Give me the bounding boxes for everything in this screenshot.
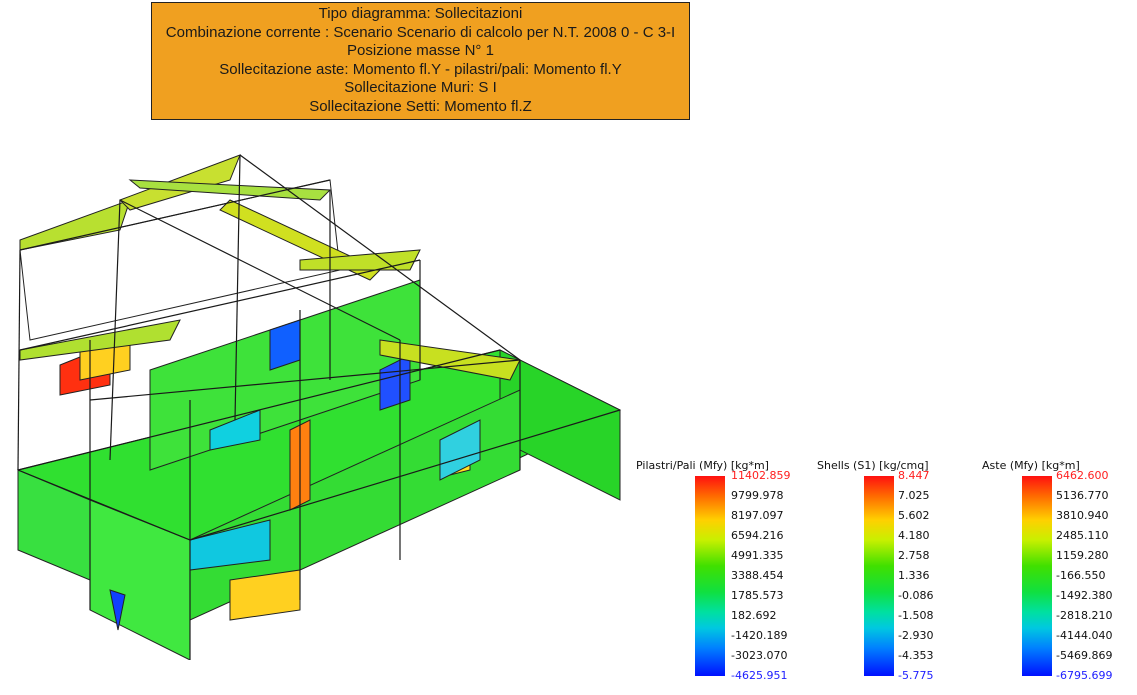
info-line-diagram-type: Tipo diagramma: Sollecitazioni [318, 5, 523, 22]
tick-min: -5.775 [898, 669, 934, 682]
tick: 1.336 [898, 569, 930, 582]
tick: -4.353 [898, 649, 934, 662]
tick-labels: 11402.859 9799.978 8197.097 6594.216 499… [731, 470, 791, 690]
tick-labels: 8.447 7.025 5.602 4.180 2.758 1.336 -0.0… [898, 470, 933, 690]
tick: -1.508 [898, 609, 934, 622]
tick: 1785.573 [731, 589, 784, 602]
tick: 5.602 [898, 509, 930, 522]
tick: 7.025 [898, 489, 930, 502]
tick: 9799.978 [731, 489, 784, 502]
tick: -2.930 [898, 629, 934, 642]
tick: 182.692 [731, 609, 777, 622]
tick-max: 8.447 [898, 469, 930, 482]
tick-max: 11402.859 [731, 469, 791, 482]
tick: 2485.110 [1056, 529, 1109, 542]
tick: 2.758 [898, 549, 930, 562]
tick: 6594.216 [731, 529, 784, 542]
colorbar [1022, 476, 1052, 676]
tick-labels: 6462.600 5136.770 3810.940 2485.110 1159… [1056, 470, 1112, 690]
colorbar [864, 476, 894, 676]
tick: -3023.070 [731, 649, 788, 662]
tick: 5136.770 [1056, 489, 1109, 502]
tick: -0.086 [898, 589, 934, 602]
tick: -4144.040 [1056, 629, 1113, 642]
tick: -5469.869 [1056, 649, 1113, 662]
tick: 4.180 [898, 529, 930, 542]
diagram-info-box: Tipo diagramma: Sollecitazioni Combinazi… [151, 2, 690, 120]
info-line-combination: Combinazione corrente : Scenario Scenari… [165, 23, 676, 41]
tick-min: -6795.699 [1056, 669, 1113, 682]
tick: 3388.454 [731, 569, 784, 582]
tick: -2818.210 [1056, 609, 1113, 622]
back-wall [19, 179, 341, 341]
colorbar [695, 476, 725, 676]
tick: 4991.335 [731, 549, 784, 562]
structural-model-viewport[interactable] [0, 140, 640, 660]
info-line-septum-stress: Sollecitazione Setti: Momento fl.Z [309, 97, 532, 115]
info-line-beam-stress: Sollecitazione aste: Momento fl.Y - pila… [219, 60, 622, 78]
tick: -166.550 [1056, 569, 1106, 582]
tick: -1492.380 [1056, 589, 1113, 602]
info-line-mass-position: Posizione masse N° 1 [347, 42, 494, 60]
info-line-wall-stress: Sollecitazione Muri: S I [344, 79, 497, 97]
tick: 3810.940 [1056, 509, 1109, 522]
tick: 1159.280 [1056, 549, 1109, 562]
tick-max: 6462.600 [1056, 469, 1109, 482]
tick-min: -4625.951 [731, 669, 788, 682]
tick: -1420.189 [731, 629, 788, 642]
tick: 8197.097 [731, 509, 784, 522]
